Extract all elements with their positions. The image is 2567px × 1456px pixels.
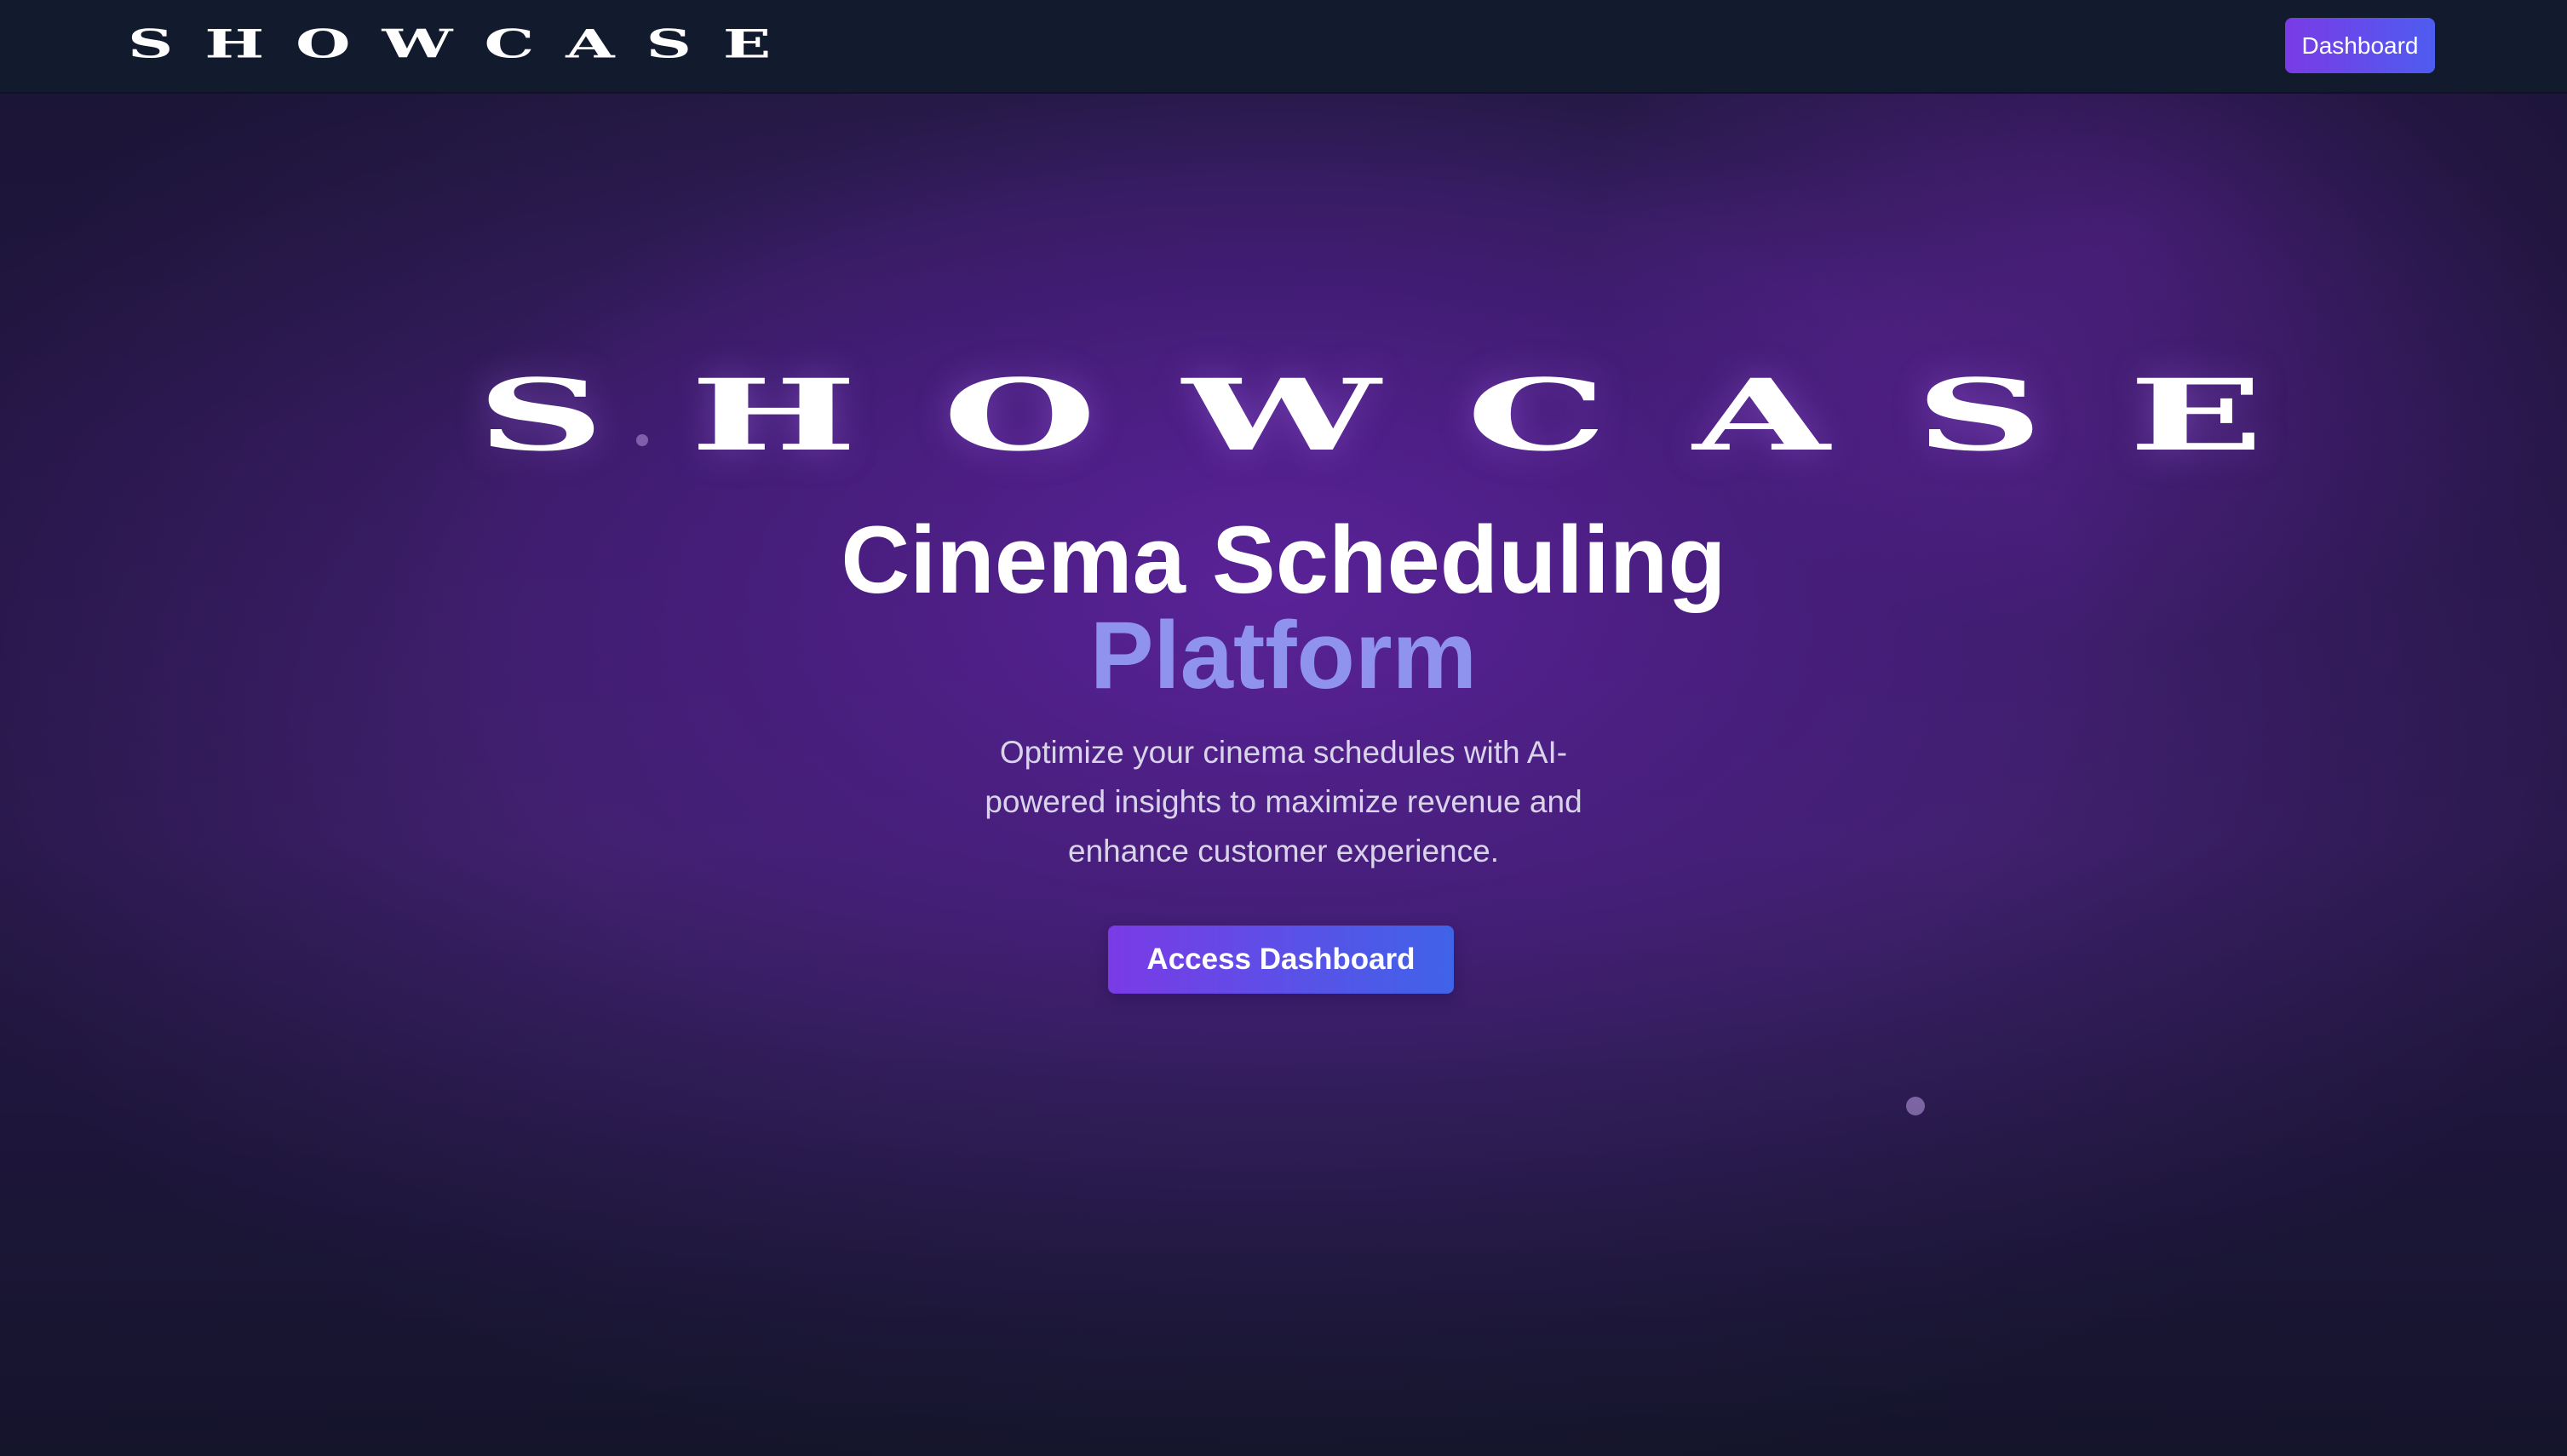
top-navbar: SHOWCASE Dashboard bbox=[0, 0, 2567, 94]
hero-title: Cinema Scheduling bbox=[841, 507, 1726, 613]
hero-title-accent: Platform bbox=[1089, 602, 1478, 708]
decorative-dot bbox=[1906, 1097, 1925, 1115]
hero-showcase-logo: SHOWCASE bbox=[477, 357, 2350, 473]
hero-subtitle: Optimize your cinema schedules with AI-p… bbox=[985, 735, 1582, 868]
dashboard-button[interactable]: Dashboard bbox=[2285, 18, 2435, 73]
access-dashboard-button[interactable]: Access Dashboard bbox=[1108, 926, 1454, 994]
showcase-logo[interactable]: SHOWCASE bbox=[128, 23, 802, 65]
